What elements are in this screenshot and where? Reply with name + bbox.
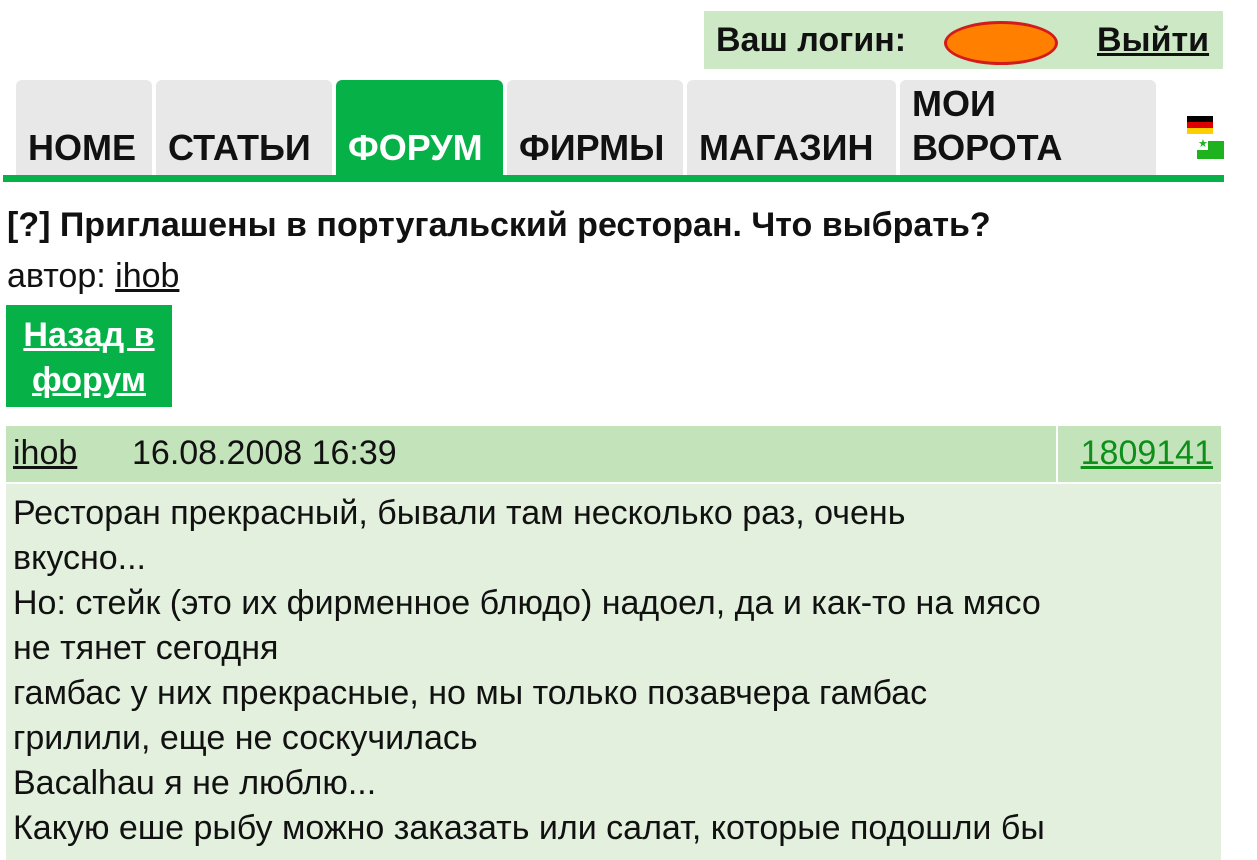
post-id-cell: 1809141 bbox=[1056, 426, 1221, 482]
tab-articles[interactable]: СТАТЬИ bbox=[156, 80, 332, 176]
tab-label: ФОРУМ bbox=[348, 127, 483, 168]
post-header: ihob 16.08.2008 16:39 1809141 bbox=[6, 426, 1221, 482]
post-date: 16.08.2008 16:39 bbox=[132, 434, 397, 472]
post-author-link[interactable]: ihob bbox=[13, 434, 77, 473]
logout-link[interactable]: Выйти bbox=[1097, 21, 1209, 60]
post-text-line: Какую еше рыбу можно заказать или салат,… bbox=[13, 809, 1045, 847]
tab-underline bbox=[3, 175, 1224, 182]
tab-label: МОИ ВОРОТА bbox=[912, 83, 1063, 168]
author-prefix: автор: bbox=[7, 257, 106, 295]
post-text-line: не тянет сегодня bbox=[13, 629, 279, 667]
page: Ваш логин: Выйти HOME СТАТЬИ ФОРУМ ФИРМЫ… bbox=[0, 0, 1257, 860]
tab-label: СТАТЬИ bbox=[168, 127, 311, 168]
tab-home[interactable]: HOME bbox=[16, 80, 152, 176]
login-label: Ваш логин: bbox=[716, 21, 907, 59]
post-text-line: Ресторан прекрасный, бывали там нескольк… bbox=[13, 494, 906, 532]
tab-shop[interactable]: МАГАЗИН bbox=[687, 80, 896, 176]
post-text-line: грилили, еще не соскучилась bbox=[13, 719, 478, 757]
post-text-line: Но: стейк (это их фирменное блюдо) надое… bbox=[13, 584, 1041, 622]
tab-my-gates[interactable]: МОИ ВОРОТА bbox=[900, 80, 1156, 176]
post-text-line: гамбас у них прекрасные, но мы только по… bbox=[13, 674, 928, 712]
thread-title: [?] Приглашены в португальский ресторан.… bbox=[7, 206, 991, 244]
tab-label: ФИРМЫ bbox=[519, 127, 665, 168]
tab-label: МАГАЗИН bbox=[699, 127, 874, 168]
back-to-forum-link[interactable]: Назад в форум bbox=[6, 313, 172, 403]
tab-label: HOME bbox=[28, 127, 136, 168]
german-flag-icon[interactable] bbox=[1187, 116, 1213, 134]
username-redaction-blob bbox=[944, 21, 1058, 65]
tab-firms[interactable]: ФИРМЫ bbox=[507, 80, 683, 176]
esperanto-flag-icon[interactable]: ★ bbox=[1197, 138, 1224, 159]
post-id-link[interactable]: 1809141 bbox=[1081, 434, 1213, 473]
thread-author-link[interactable]: ihob bbox=[115, 257, 179, 295]
login-bar: Ваш логин: Выйти bbox=[704, 11, 1223, 69]
post-text-line: вкусно... bbox=[13, 539, 146, 577]
back-to-forum-button[interactable]: Назад в форум bbox=[6, 305, 172, 407]
post-text-line: Bacalhau я не люблю... bbox=[13, 764, 377, 802]
post-body: Ресторан прекрасный, бывали там нескольк… bbox=[6, 484, 1221, 860]
tab-forum[interactable]: ФОРУМ bbox=[336, 80, 503, 176]
thread-author-line: автор: ihob bbox=[7, 257, 179, 296]
